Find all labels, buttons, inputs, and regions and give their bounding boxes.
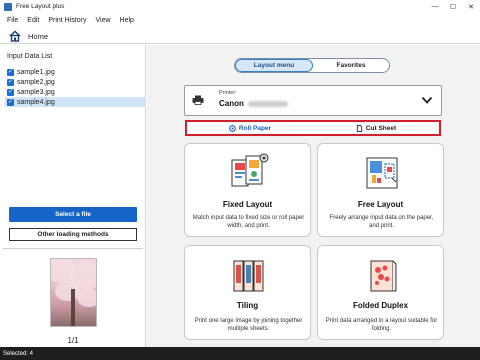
menu-view[interactable]: View [95, 17, 110, 24]
menu-tabs: Layout menu Favorites [234, 58, 390, 73]
printer-icon [192, 95, 204, 105]
file-name: sample1.jpg [17, 68, 55, 76]
roll-paper-icon [229, 124, 236, 132]
paper-mode-selector: Roll Paper Cut Sheet [185, 120, 441, 136]
roll-paper-option[interactable]: Roll Paper [187, 122, 313, 134]
file-list-item[interactable]: ✓ sample2.jpg [5, 77, 146, 87]
cut-sheet-icon [356, 124, 362, 132]
file-list-item[interactable]: ✓ sample1.jpg [5, 67, 146, 77]
printer-select[interactable]: Printer: Canon [184, 85, 442, 116]
checkbox-checked-icon[interactable]: ✓ [7, 98, 14, 106]
home-label[interactable]: Home [28, 32, 48, 41]
free-layout-card[interactable]: Free Layout Freely arrange input data on… [317, 143, 444, 237]
window-title: Free Layout plus [16, 3, 65, 10]
title-bar: Free Layout plus — ☐ ✕ [0, 0, 480, 13]
tiling-icon [233, 260, 264, 292]
menu-edit[interactable]: Edit [27, 17, 39, 24]
printer-model-redacted [248, 101, 288, 107]
input-data-panel: Input Data List ✓ sample1.jpg ✓ sample2.… [0, 45, 146, 347]
roll-paper-label: Roll Paper [238, 124, 272, 132]
menu-print-history[interactable]: Print History [48, 17, 86, 24]
card-description: Print one large image by joining togethe… [194, 318, 303, 332]
home-bar: Home [0, 29, 480, 44]
folded-duplex-card[interactable]: Folded Duplex Print data arranged in a l… [317, 245, 444, 340]
checkbox-checked-icon[interactable]: ✓ [7, 68, 14, 76]
image-preview-thumbnail[interactable] [50, 258, 97, 327]
menu-help[interactable]: Help [120, 17, 134, 24]
home-icon[interactable] [9, 30, 21, 42]
cut-sheet-label: Cut Sheet [365, 124, 397, 132]
status-text: Selected: 4 [3, 350, 34, 357]
menu-bar: File Edit Print History View Help [0, 14, 480, 27]
folded-duplex-icon [370, 260, 397, 292]
tiling-card[interactable]: Tiling Print one large image by joining … [184, 245, 311, 340]
free-layout-icon [366, 157, 398, 189]
fixed-layout-card[interactable]: Fixed Layout Match input data to fixed s… [184, 143, 311, 237]
file-name: sample4.jpg [17, 98, 55, 106]
file-list-item[interactable]: ✓ sample3.jpg [5, 87, 146, 97]
window-controls: — ☐ ✕ [426, 0, 480, 13]
maximize-icon[interactable]: ☐ [444, 0, 462, 13]
printer-label: Printer: [219, 90, 237, 96]
tab-layout-menu[interactable]: Layout menu [235, 59, 313, 72]
card-title: Free Layout [357, 200, 404, 209]
input-data-list-title: Input Data List [7, 53, 53, 60]
select-file-button[interactable]: Select a file [9, 207, 137, 222]
card-description: Match input data to fixed size or roll p… [192, 215, 305, 229]
other-loading-methods-button[interactable]: Other loading methods [9, 228, 137, 241]
cut-sheet-option[interactable]: Cut Sheet [313, 122, 439, 134]
chevron-down-icon[interactable] [421, 95, 433, 105]
close-icon[interactable]: ✕ [462, 0, 480, 13]
minimize-icon[interactable]: — [426, 0, 444, 13]
page-count: 1/1 [67, 336, 79, 345]
file-name: sample2.jpg [17, 78, 55, 86]
printer-name: Canon [219, 99, 244, 108]
fixed-layout-icon [231, 153, 269, 187]
file-list: ✓ sample1.jpg ✓ sample2.jpg ✓ sample3.jp… [5, 67, 146, 107]
layout-main-area: Layout menu Favorites Printer: Canon Rol… [147, 45, 480, 347]
checkbox-checked-icon[interactable]: ✓ [7, 78, 14, 86]
card-title: Fixed Layout [222, 200, 273, 209]
menu-file[interactable]: File [7, 17, 18, 24]
card-description: Print data arranged in a layout suitable… [325, 318, 438, 332]
card-description: Freely arrange input data on the paper, … [329, 215, 434, 229]
status-bar: Selected: 4 [0, 347, 480, 360]
tab-favorites[interactable]: Favorites [313, 59, 389, 72]
card-title: Tiling [236, 301, 259, 310]
checkbox-checked-icon[interactable]: ✓ [7, 88, 14, 96]
card-title: Folded Duplex [352, 301, 409, 310]
file-name: sample3.jpg [17, 88, 55, 96]
app-icon [4, 2, 12, 11]
file-list-item-selected[interactable]: ✓ sample4.jpg [5, 97, 146, 107]
divider [3, 248, 143, 249]
